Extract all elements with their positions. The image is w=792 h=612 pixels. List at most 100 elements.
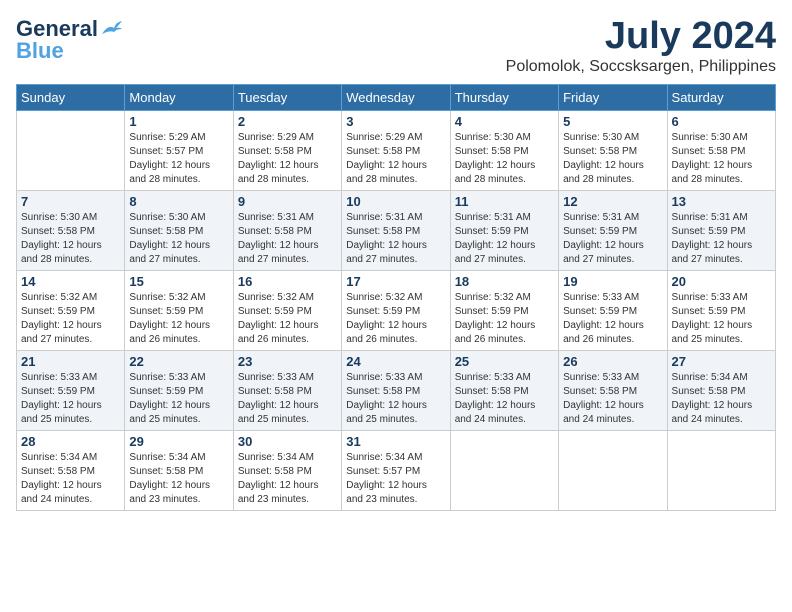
day-number: 23 (238, 354, 337, 369)
day-info: Sunrise: 5:32 AM Sunset: 5:59 PM Dayligh… (238, 291, 337, 347)
weekday-header: Wednesday (342, 84, 450, 110)
day-info: Sunrise: 5:34 AM Sunset: 5:58 PM Dayligh… (21, 451, 120, 507)
calendar-week-row: 14 Sunrise: 5:32 AM Sunset: 5:59 PM Dayli… (17, 270, 776, 350)
calendar-cell: 1 Sunrise: 5:29 AM Sunset: 5:57 PM Daylig… (125, 110, 233, 190)
day-info: Sunrise: 5:32 AM Sunset: 5:59 PM Dayligh… (21, 291, 120, 347)
day-info: Sunrise: 5:34 AM Sunset: 5:58 PM Dayligh… (238, 451, 337, 507)
day-info: Sunrise: 5:30 AM Sunset: 5:58 PM Dayligh… (21, 211, 120, 267)
calendar-cell: 29 Sunrise: 5:34 AM Sunset: 5:58 PM Dayli… (125, 430, 233, 510)
day-number: 4 (455, 114, 554, 129)
day-info: Sunrise: 5:31 AM Sunset: 5:59 PM Dayligh… (455, 211, 554, 267)
calendar-table: SundayMondayTuesdayWednesdayThursdayFrid… (16, 84, 776, 511)
calendar-cell: 21Sunrise: 5:33 AM Sunset: 5:59 PM Dayli… (17, 350, 125, 430)
calendar-cell: 28Sunrise: 5:34 AM Sunset: 5:58 PM Dayli… (17, 430, 125, 510)
calendar-week-row: 28Sunrise: 5:34 AM Sunset: 5:58 PM Dayli… (17, 430, 776, 510)
calendar-cell (17, 110, 125, 190)
calendar-cell: 23 Sunrise: 5:33 AM Sunset: 5:58 PM Dayli… (233, 350, 341, 430)
weekday-header: Tuesday (233, 84, 341, 110)
calendar-cell: 5 Sunrise: 5:30 AM Sunset: 5:58 PM Daylig… (559, 110, 667, 190)
calendar-cell: 11 Sunrise: 5:31 AM Sunset: 5:59 PM Dayli… (450, 190, 558, 270)
day-number: 9 (238, 194, 337, 209)
day-number: 11 (455, 194, 554, 209)
calendar-cell: 16 Sunrise: 5:32 AM Sunset: 5:59 PM Dayli… (233, 270, 341, 350)
day-number: 1 (129, 114, 228, 129)
calendar-cell: 2Sunrise: 5:29 AM Sunset: 5:58 PM Daylig… (233, 110, 341, 190)
day-info: Sunrise: 5:34 AM Sunset: 5:57 PM Dayligh… (346, 451, 445, 507)
day-info: Sunrise: 5:30 AM Sunset: 5:58 PM Dayligh… (455, 131, 554, 187)
day-number: 16 (238, 274, 337, 289)
calendar-cell: 27Sunrise: 5:34 AM Sunset: 5:58 PM Dayli… (667, 350, 775, 430)
calendar-cell: 8Sunrise: 5:30 AM Sunset: 5:58 PM Daylig… (125, 190, 233, 270)
month-title: July 2024 (506, 16, 776, 58)
calendar-cell: 14 Sunrise: 5:32 AM Sunset: 5:59 PM Dayli… (17, 270, 125, 350)
calendar-cell: 10 Sunrise: 5:31 AM Sunset: 5:58 PM Dayli… (342, 190, 450, 270)
day-info: Sunrise: 5:33 AM Sunset: 5:58 PM Dayligh… (238, 371, 337, 427)
day-number: 18 (455, 274, 554, 289)
day-number: 8 (129, 194, 228, 209)
calendar-cell: 3Sunrise: 5:29 AM Sunset: 5:58 PM Daylig… (342, 110, 450, 190)
calendar-cell (559, 430, 667, 510)
day-info: Sunrise: 5:30 AM Sunset: 5:58 PM Dayligh… (563, 131, 662, 187)
title-section: July 2024 Polomolok, Soccsksargen, Phili… (506, 16, 776, 76)
day-number: 10 (346, 194, 445, 209)
day-number: 17 (346, 274, 445, 289)
day-info: Sunrise: 5:31 AM Sunset: 5:59 PM Dayligh… (672, 211, 771, 267)
day-number: 25 (455, 354, 554, 369)
day-number: 29 (129, 434, 228, 449)
calendar-cell: 20Sunrise: 5:33 AM Sunset: 5:59 PM Dayli… (667, 270, 775, 350)
day-number: 2 (238, 114, 337, 129)
day-info: Sunrise: 5:32 AM Sunset: 5:59 PM Dayligh… (129, 291, 228, 347)
day-info: Sunrise: 5:31 AM Sunset: 5:58 PM Dayligh… (238, 211, 337, 267)
day-number: 31 (346, 434, 445, 449)
weekday-header: Thursday (450, 84, 558, 110)
calendar-cell: 6 Sunrise: 5:30 AM Sunset: 5:58 PM Daylig… (667, 110, 775, 190)
calendar-week-row: 1 Sunrise: 5:29 AM Sunset: 5:57 PM Daylig… (17, 110, 776, 190)
day-number: 12 (563, 194, 662, 209)
day-info: Sunrise: 5:31 AM Sunset: 5:58 PM Dayligh… (346, 211, 445, 267)
calendar-week-row: 21 Sunrise: 5:33 AM Sunset: 5:59 PM Dayli… (17, 350, 776, 430)
calendar-cell: 12 Sunrise: 5:31 AM Sunset: 5:59 PM Dayli… (559, 190, 667, 270)
day-number: 22 (129, 354, 228, 369)
day-info: Sunrise: 5:33 AM Sunset: 5:59 PM Dayligh… (672, 291, 771, 347)
day-number: 26 (563, 354, 662, 369)
calendar-cell: 18Sunrise: 5:32 AM Sunset: 5:59 PM Dayli… (450, 270, 558, 350)
day-info: Sunrise: 5:33 AM Sunset: 5:58 PM Dayligh… (563, 371, 662, 427)
day-info: Sunrise: 5:29 AM Sunset: 5:57 PM Dayligh… (129, 131, 228, 187)
calendar-header-row: SundayMondayTuesdayWednesdayThursdayFrid… (17, 84, 776, 110)
calendar-week-row: 7 Sunrise: 5:30 AM Sunset: 5:58 PM Daylig… (17, 190, 776, 270)
day-number: 6 (672, 114, 771, 129)
weekday-header: Monday (125, 84, 233, 110)
day-number: 30 (238, 434, 337, 449)
calendar-cell (667, 430, 775, 510)
calendar-cell: 25 Sunrise: 5:33 AM Sunset: 5:58 PM Dayli… (450, 350, 558, 430)
day-number: 5 (563, 114, 662, 129)
day-number: 19 (563, 274, 662, 289)
day-info: Sunrise: 5:30 AM Sunset: 5:58 PM Dayligh… (672, 131, 771, 187)
day-info: Sunrise: 5:34 AM Sunset: 5:58 PM Dayligh… (129, 451, 228, 507)
calendar-cell: 15 Sunrise: 5:32 AM Sunset: 5:59 PM Dayli… (125, 270, 233, 350)
logo: General Blue (16, 16, 122, 64)
day-info: Sunrise: 5:32 AM Sunset: 5:59 PM Dayligh… (346, 291, 445, 347)
day-number: 24 (346, 354, 445, 369)
day-info: Sunrise: 5:31 AM Sunset: 5:59 PM Dayligh… (563, 211, 662, 267)
calendar-cell: 7 Sunrise: 5:30 AM Sunset: 5:58 PM Daylig… (17, 190, 125, 270)
page-header: General Blue July 2024 Polomolok, Soccsk… (16, 16, 776, 76)
calendar-cell: 13 Sunrise: 5:31 AM Sunset: 5:59 PM Dayli… (667, 190, 775, 270)
day-number: 15 (129, 274, 228, 289)
day-number: 21 (21, 354, 120, 369)
calendar-cell: 19 Sunrise: 5:33 AM Sunset: 5:59 PM Dayli… (559, 270, 667, 350)
day-number: 13 (672, 194, 771, 209)
day-info: Sunrise: 5:34 AM Sunset: 5:58 PM Dayligh… (672, 371, 771, 427)
weekday-header: Saturday (667, 84, 775, 110)
day-info: Sunrise: 5:33 AM Sunset: 5:59 PM Dayligh… (563, 291, 662, 347)
day-info: Sunrise: 5:33 AM Sunset: 5:58 PM Dayligh… (455, 371, 554, 427)
day-info: Sunrise: 5:29 AM Sunset: 5:58 PM Dayligh… (346, 131, 445, 187)
day-number: 14 (21, 274, 120, 289)
calendar-cell (450, 430, 558, 510)
day-number: 7 (21, 194, 120, 209)
logo-bird-icon (100, 20, 122, 38)
calendar-cell: 26 Sunrise: 5:33 AM Sunset: 5:58 PM Dayli… (559, 350, 667, 430)
day-info: Sunrise: 5:33 AM Sunset: 5:59 PM Dayligh… (129, 371, 228, 427)
weekday-header: Sunday (17, 84, 125, 110)
location: Polomolok, Soccsksargen, Philippines (506, 58, 776, 76)
